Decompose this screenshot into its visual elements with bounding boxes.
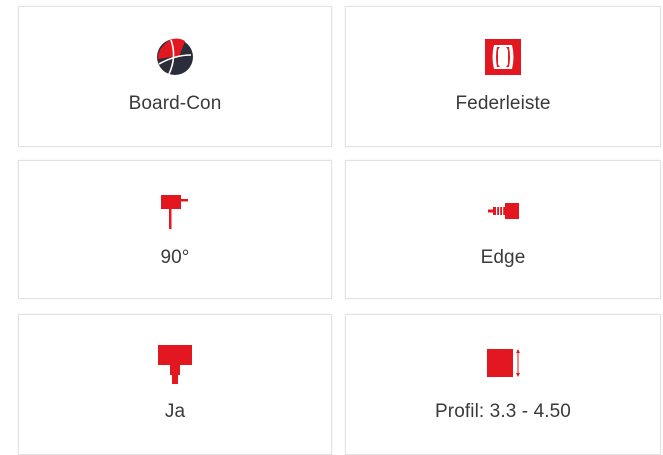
profile-dimension-icon [487, 349, 520, 377]
card-label-federleiste: Federleiste [455, 93, 551, 114]
card-label-angle: 90° [160, 247, 190, 268]
property-grid: Board-Con Federleiste 90° Edge Ja Profil… [0, 0, 663, 455]
card-label-board-con: Board-Con [128, 93, 222, 114]
card-edge: Edge [345, 160, 661, 299]
card-label-profile: Profil: 3.3 - 4.50 [435, 401, 571, 422]
edge-connector-icon [488, 203, 519, 219]
yes-shape-icon [158, 345, 192, 384]
card-profile: Profil: 3.3 - 4.50 [345, 314, 661, 455]
card-board-con: Board-Con [18, 6, 332, 147]
spring-connector-icon [485, 39, 521, 75]
card-federleiste: Federleiste [345, 6, 661, 147]
angle-90-icon [161, 195, 188, 229]
board-con-logo-icon [157, 38, 193, 75]
card-ja: Ja [18, 314, 332, 455]
card-label-ja: Ja [164, 401, 186, 422]
card-label-edge: Edge [480, 247, 526, 268]
card-angle-90: 90° [18, 160, 332, 299]
